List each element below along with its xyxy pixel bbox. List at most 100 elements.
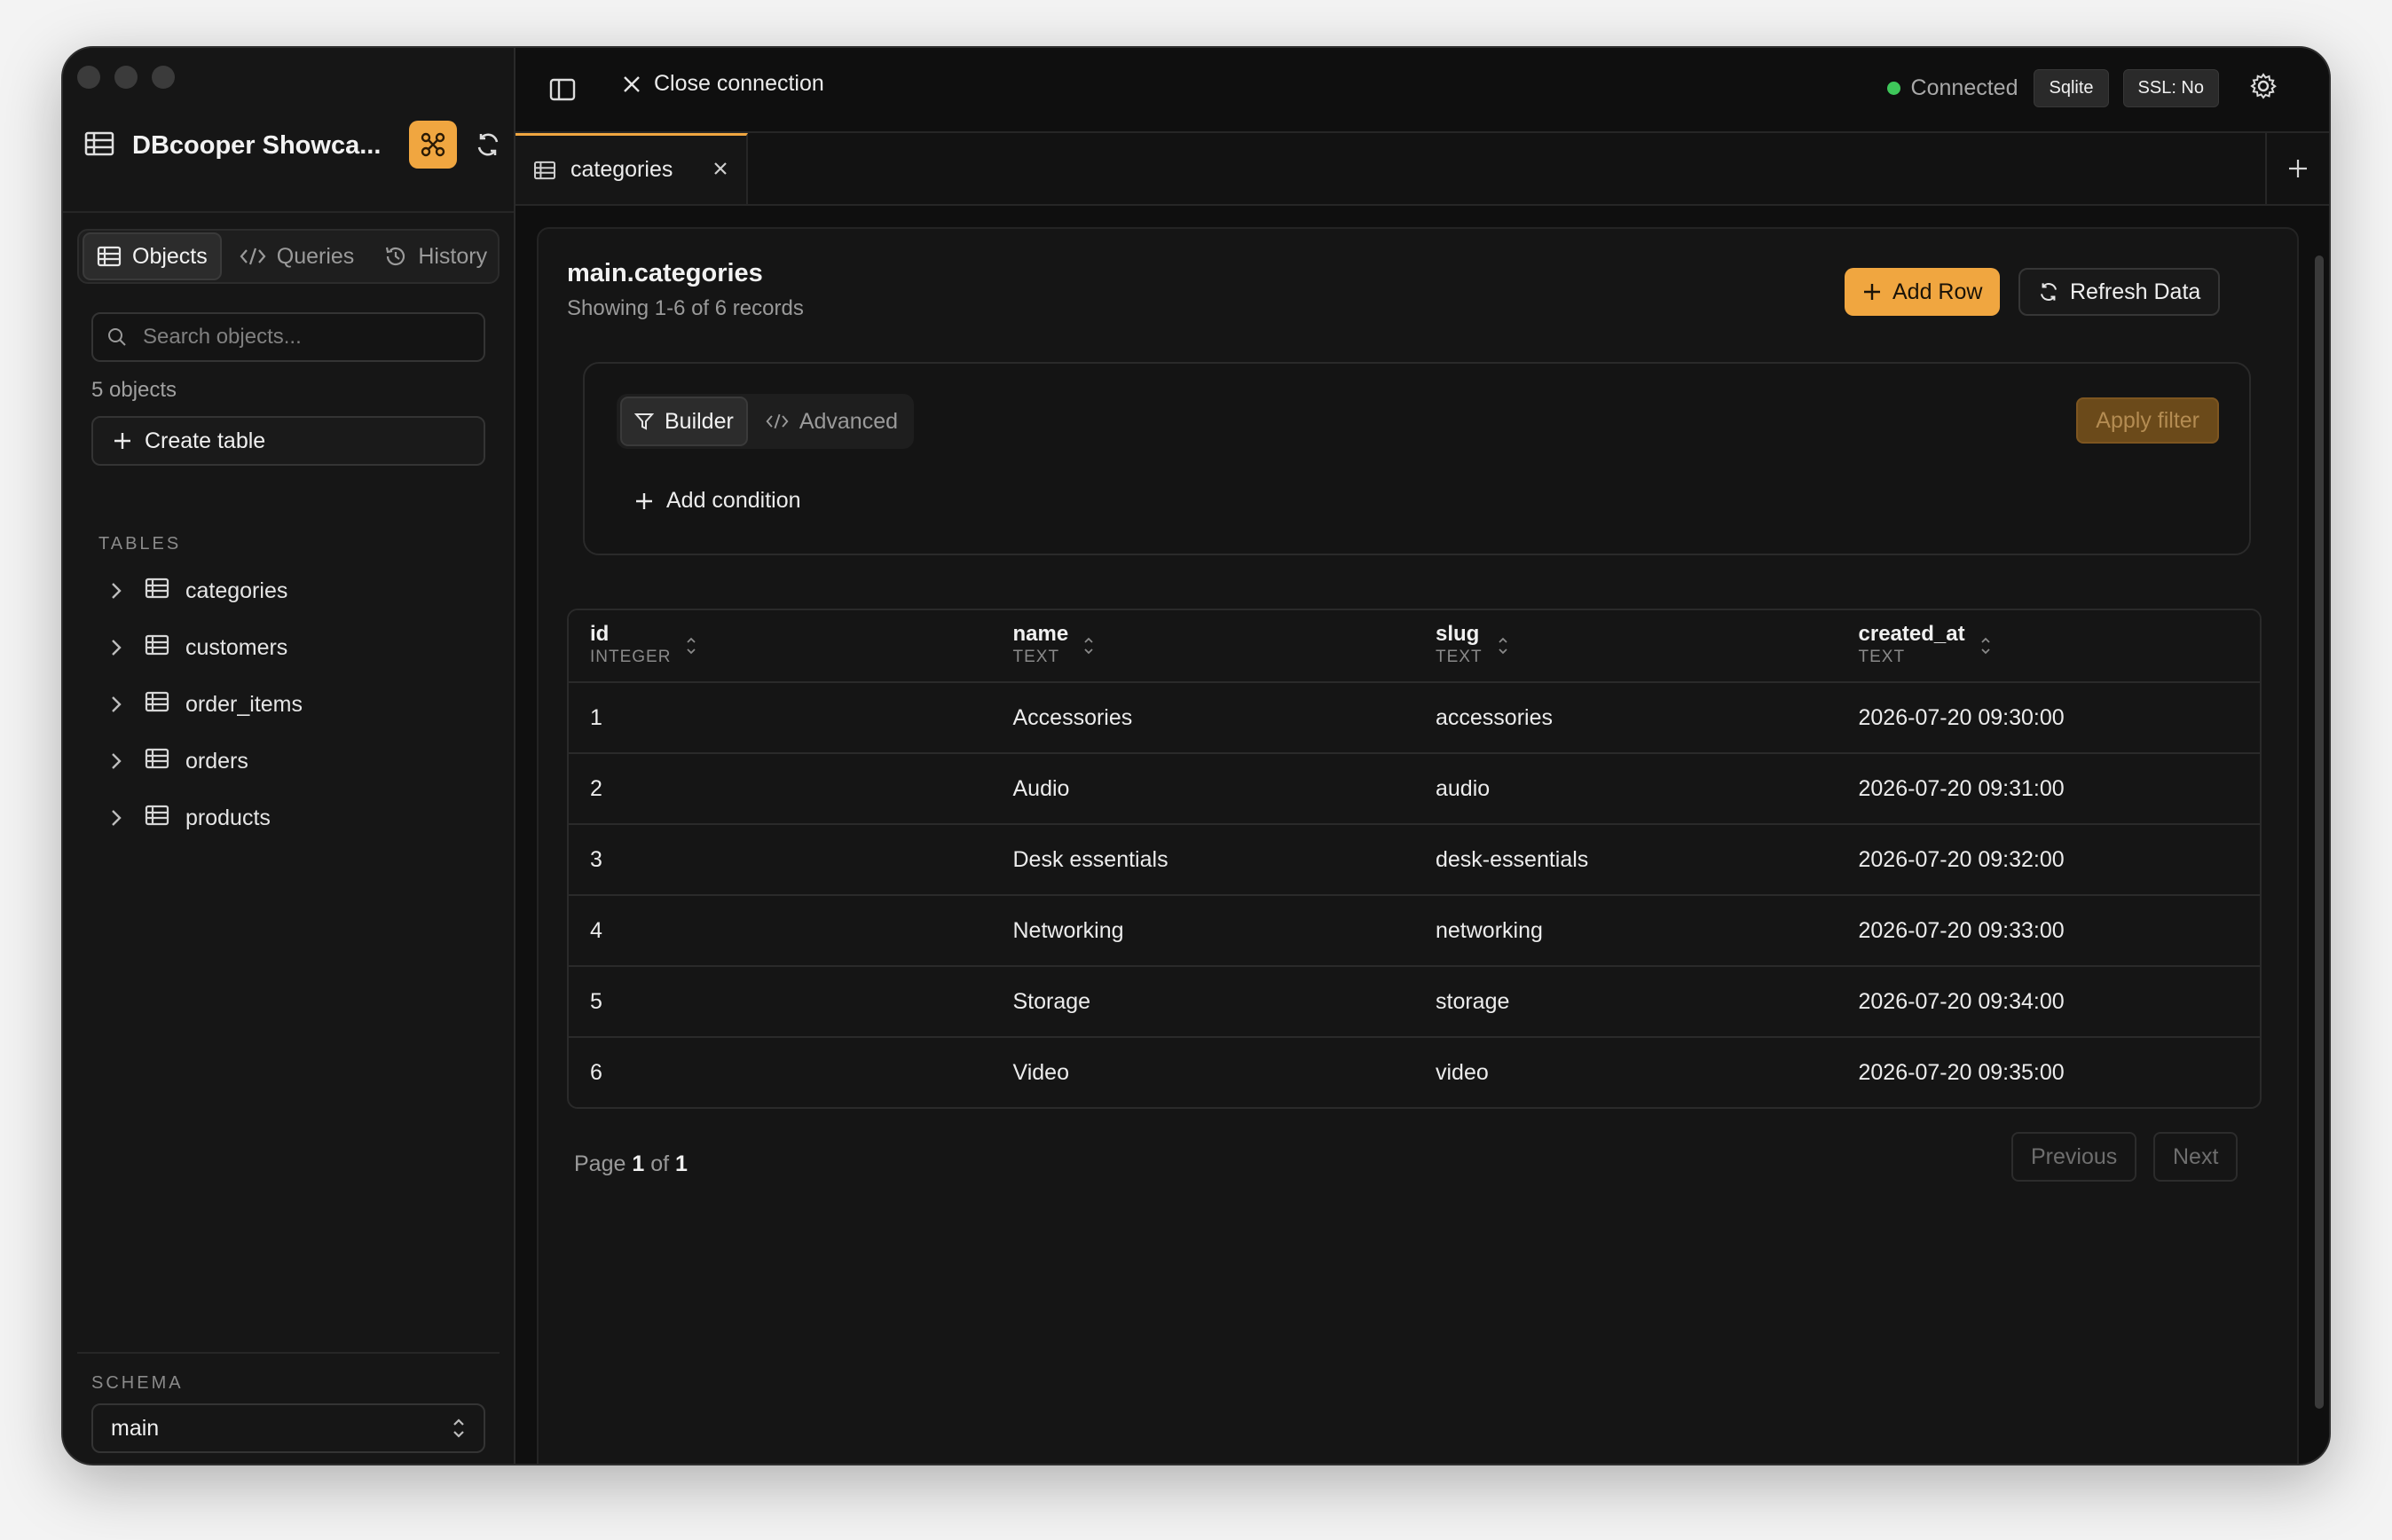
chevron-right-icon[interactable]: [98, 581, 134, 601]
table-row[interactable]: 3 Desk essentials desk-essentials 2026-0…: [569, 823, 2260, 894]
diagram-icon: [421, 132, 445, 157]
cell-created-at[interactable]: 2026-07-20 09:30:00: [1837, 705, 2261, 731]
tab-queries[interactable]: Queries: [227, 234, 367, 279]
schema-diagram-button[interactable]: [409, 121, 457, 169]
sidebar-item-products[interactable]: products: [98, 790, 489, 846]
cell-id[interactable]: 5: [569, 989, 992, 1015]
cell-id[interactable]: 1: [569, 705, 992, 731]
add-condition-button[interactable]: Add condition: [634, 488, 801, 514]
table-row[interactable]: 1 Accessories accessories 2026-07-20 09:…: [569, 681, 2260, 752]
minimize-window-button[interactable]: [114, 66, 138, 89]
table-icon: [145, 748, 169, 775]
pagination-status: Page 1 of 1: [574, 1151, 688, 1177]
tab-categories[interactable]: categories: [515, 133, 748, 204]
scrollbar[interactable]: [2315, 255, 2324, 1409]
close-window-button[interactable]: [77, 66, 100, 89]
cell-name[interactable]: Storage: [992, 989, 1415, 1015]
table-icon: [145, 805, 169, 832]
chevron-right-icon[interactable]: [98, 638, 134, 657]
page-title: main.categories: [567, 259, 763, 287]
cell-slug[interactable]: desk-essentials: [1414, 847, 1837, 873]
apply-filter-button[interactable]: Apply filter: [2076, 397, 2219, 444]
cell-id[interactable]: 6: [569, 1060, 992, 1086]
cell-name[interactable]: Desk essentials: [992, 847, 1415, 873]
add-row-button[interactable]: Add Row: [1845, 268, 2001, 316]
of-word: of: [650, 1151, 670, 1176]
cell-slug[interactable]: audio: [1414, 776, 1837, 802]
cell-name[interactable]: Accessories: [992, 705, 1415, 731]
sidebar-item-order-items[interactable]: order_items: [98, 676, 489, 733]
cell-id[interactable]: 2: [569, 776, 992, 802]
table-row[interactable]: 4 Networking networking 2026-07-20 09:33…: [569, 894, 2260, 965]
search-input[interactable]: [141, 324, 464, 350]
table-row[interactable]: 5 Storage storage 2026-07-20 09:34:00: [569, 965, 2260, 1036]
tab-history[interactable]: History: [372, 234, 500, 279]
cell-name[interactable]: Audio: [992, 776, 1415, 802]
sort-icon[interactable]: [1497, 634, 1509, 657]
cell-slug[interactable]: storage: [1414, 989, 1837, 1015]
filter-icon: [634, 413, 654, 430]
cell-created-at[interactable]: 2026-07-20 09:33:00: [1837, 918, 2261, 944]
cell-slug[interactable]: video: [1414, 1060, 1837, 1086]
cell-id[interactable]: 4: [569, 918, 992, 944]
advanced-label: Advanced: [799, 408, 899, 434]
table-row[interactable]: 2 Audio audio 2026-07-20 09:31:00: [569, 752, 2260, 823]
column-header-name[interactable]: name TEXT: [992, 623, 1415, 669]
sort-icon[interactable]: [1979, 634, 1992, 657]
chevron-right-icon[interactable]: [98, 751, 134, 771]
toggle-sidebar-icon[interactable]: [549, 78, 576, 106]
cell-created-at[interactable]: 2026-07-20 09:31:00: [1837, 776, 2261, 802]
refresh-connection-icon[interactable]: [475, 131, 501, 162]
cell-created-at[interactable]: 2026-07-20 09:35:00: [1837, 1060, 2261, 1086]
tab-advanced[interactable]: Advanced: [753, 398, 910, 444]
refresh-data-button[interactable]: Refresh Data: [2018, 268, 2221, 316]
table-icon: [533, 161, 556, 179]
refresh-data-label: Refresh Data: [2070, 279, 2201, 304]
new-tab-button[interactable]: [2265, 133, 2329, 204]
tables-section-label: TABLES: [98, 534, 182, 554]
column-header-created-at[interactable]: created_at TEXT: [1837, 623, 2261, 669]
table-icon: [145, 691, 169, 719]
code-icon: [240, 248, 266, 265]
close-tab-icon[interactable]: [712, 157, 728, 183]
total-pages: 1: [675, 1151, 688, 1176]
column-header-id[interactable]: id INTEGER: [569, 623, 992, 669]
sidebar-item-categories[interactable]: categories: [98, 562, 489, 619]
next-page-button[interactable]: Next: [2153, 1132, 2239, 1182]
chevron-right-icon[interactable]: [98, 808, 134, 828]
cell-slug[interactable]: networking: [1414, 918, 1837, 944]
cell-name[interactable]: Video: [992, 1060, 1415, 1086]
table-row[interactable]: 6 Video video 2026-07-20 09:35:00: [569, 1036, 2260, 1107]
table-icon: [97, 246, 122, 267]
cell-id[interactable]: 3: [569, 847, 992, 873]
schema-select[interactable]: main: [91, 1403, 485, 1453]
sidebar-item-orders[interactable]: orders: [98, 733, 489, 790]
cell-created-at[interactable]: 2026-07-20 09:32:00: [1837, 847, 2261, 873]
tab-bar: categories: [515, 133, 2329, 206]
tab-builder[interactable]: Builder: [620, 397, 748, 446]
column-header-slug[interactable]: slug TEXT: [1414, 623, 1837, 669]
gear-icon[interactable]: [2249, 72, 2278, 105]
maximize-window-button[interactable]: [152, 66, 175, 89]
previous-page-button[interactable]: Previous: [2011, 1132, 2137, 1182]
table-name: order_items: [185, 691, 303, 717]
tab-objects[interactable]: Objects: [83, 232, 222, 280]
create-table-button[interactable]: Create table: [91, 416, 485, 466]
close-connection-label: Close connection: [654, 71, 824, 96]
cell-created-at[interactable]: 2026-07-20 09:34:00: [1837, 989, 2261, 1015]
close-connection-button[interactable]: Close connection: [622, 71, 824, 97]
current-page: 1: [632, 1151, 645, 1176]
sidebar-item-customers[interactable]: customers: [98, 619, 489, 676]
table-icon: [145, 578, 169, 605]
cell-name[interactable]: Networking: [992, 918, 1415, 944]
column-name: name: [1012, 622, 1069, 646]
column-name: created_at: [1858, 622, 1965, 646]
cell-slug[interactable]: accessories: [1414, 705, 1837, 731]
sort-icon[interactable]: [1082, 634, 1095, 657]
tab-queries-label: Queries: [276, 243, 355, 269]
chevron-right-icon[interactable]: [98, 695, 134, 714]
sort-icon[interactable]: [685, 634, 697, 657]
refresh-icon: [2040, 283, 2058, 301]
connection-title: DBcooper Showca...: [132, 130, 382, 160]
plus-icon: [114, 433, 130, 449]
